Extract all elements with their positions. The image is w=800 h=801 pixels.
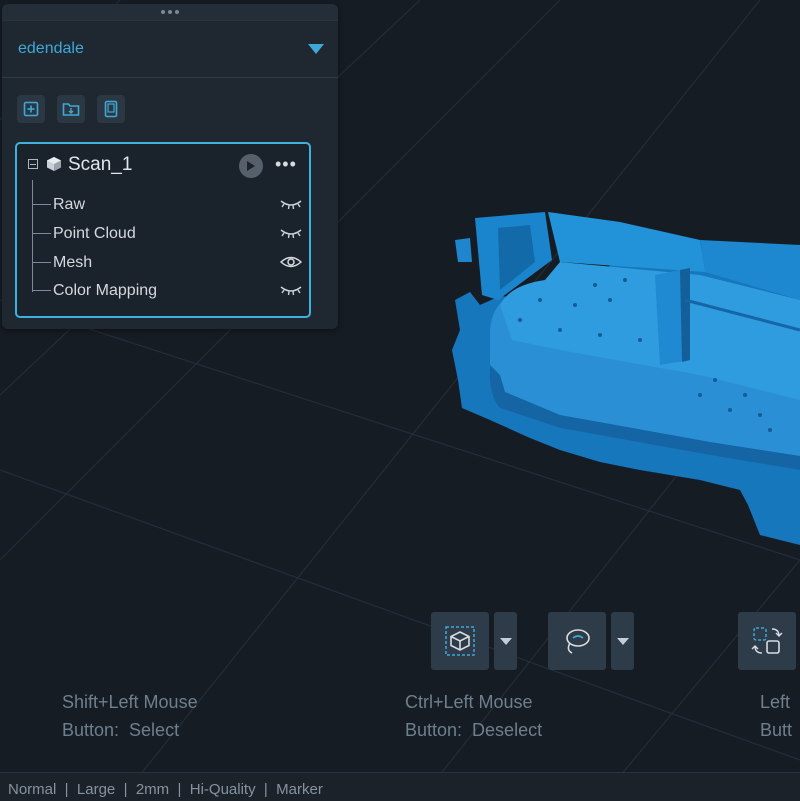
more-options-icon[interactable]: •••	[275, 155, 297, 173]
layer-label: Mesh	[53, 254, 93, 271]
lasso-mode-button[interactable]	[548, 612, 606, 670]
add-project-icon	[23, 101, 39, 117]
invert-selection-button[interactable]	[738, 612, 796, 670]
lasso-mode-dropdown[interactable]	[611, 612, 634, 670]
scan-settings-status: Normal | Large | 2mm | Hi-Quality | Mark…	[8, 781, 323, 798]
status-bar: Normal | Large | 2mm | Hi-Quality | Mark…	[0, 772, 800, 801]
layer-label: Raw	[53, 196, 86, 213]
box-select-icon	[445, 626, 475, 656]
device-button[interactable]	[97, 95, 125, 123]
eye-open-icon[interactable]	[279, 254, 303, 270]
select-mode-button[interactable]	[431, 612, 489, 670]
eye-closed-icon[interactable]	[279, 196, 303, 212]
eye-closed-icon[interactable]	[279, 282, 303, 298]
deselect-hint: Ctrl+Left Mouse Button: Deselect	[405, 692, 543, 740]
scan-header[interactable]: Scan_1 •••	[17, 144, 309, 184]
layer-row-color-mapping[interactable]: Color Mapping	[33, 279, 303, 303]
collapse-toggle-icon[interactable]	[28, 159, 38, 169]
project-toolbar	[2, 78, 338, 125]
select-hint: Shift+Left Mouse Button: Select	[62, 692, 198, 740]
lasso-icon	[566, 629, 590, 654]
cube-icon	[47, 157, 61, 171]
open-folder-icon	[62, 103, 80, 116]
select-mode-dropdown[interactable]	[494, 612, 517, 670]
third-hint: Left Butt	[760, 692, 793, 740]
device-icon	[104, 100, 118, 118]
layer-row-raw[interactable]: Raw	[33, 193, 303, 217]
play-button[interactable]	[239, 154, 263, 178]
layer-label: Color Mapping	[53, 282, 158, 299]
scan-name: Scan_1	[68, 154, 133, 175]
add-project-button[interactable]	[17, 95, 45, 123]
panel-drag-handle[interactable]	[2, 4, 338, 21]
project-panel: edendale Scan_1 ••• Raw Point Cloud Mesh…	[2, 4, 338, 329]
project-dropdown[interactable]: edendale	[2, 21, 338, 78]
project-name: edendale	[18, 40, 84, 57]
layer-row-mesh[interactable]: Mesh	[33, 251, 303, 275]
scan-tree: Scan_1 ••• Raw Point Cloud Mesh Color Ma…	[15, 142, 311, 318]
layer-label: Point Cloud	[53, 225, 136, 242]
chevron-down-icon	[308, 44, 324, 54]
eye-closed-icon[interactable]	[279, 225, 303, 241]
play-icon	[247, 161, 255, 171]
invert-selection-icon	[751, 627, 783, 654]
open-folder-button[interactable]	[57, 95, 85, 123]
layer-row-point-cloud[interactable]: Point Cloud	[33, 222, 303, 246]
